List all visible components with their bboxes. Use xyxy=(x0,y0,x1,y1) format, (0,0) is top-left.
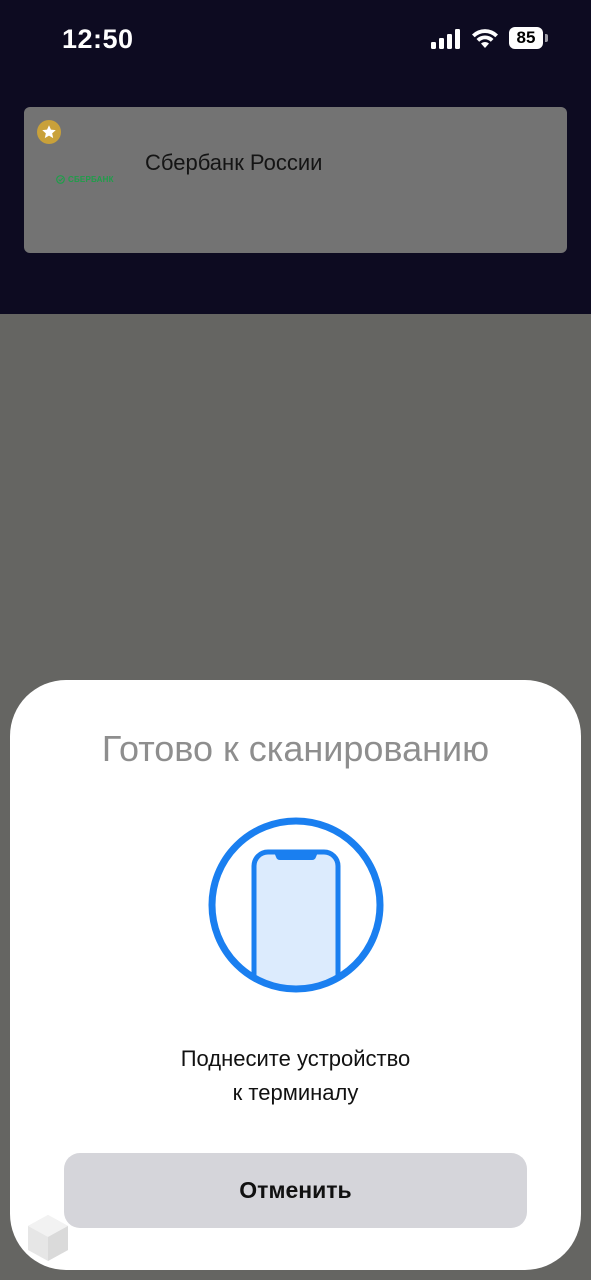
watermark-cube-icon xyxy=(26,1213,70,1263)
sheet-title: Готово к сканированию xyxy=(101,728,490,769)
scan-sheet: Готово к сканированию Поднесите устройст… xyxy=(10,680,581,1270)
cancel-button[interactable]: Отменить xyxy=(64,1153,527,1228)
sheet-message-line1: Поднесите устройство xyxy=(180,1046,411,1071)
sheet-message: Поднесите устройство к терминалу xyxy=(10,1042,581,1110)
battery-cap xyxy=(545,34,548,42)
status-time: 12:50 xyxy=(62,24,134,54)
status-bar: 12:50 85 xyxy=(0,0,591,80)
sheet-message-line2: к терминалу xyxy=(232,1080,359,1105)
wifi-icon xyxy=(471,27,499,49)
battery-icon: 85 xyxy=(509,27,549,51)
bank-name: Сбербанк России xyxy=(145,150,323,175)
sberbank-logo-mark-icon xyxy=(56,175,65,184)
sberbank-logo-text: СБЕРБАНК xyxy=(68,175,114,184)
sberbank-logo: СБЕРБАНК xyxy=(56,175,114,184)
phone-scan-icon xyxy=(207,816,385,994)
star-icon xyxy=(37,120,61,144)
battery-level: 85 xyxy=(509,27,543,49)
signal-icon xyxy=(431,29,463,49)
bank-card[interactable]: СБЕРБАНК Сбербанк России xyxy=(24,107,567,253)
